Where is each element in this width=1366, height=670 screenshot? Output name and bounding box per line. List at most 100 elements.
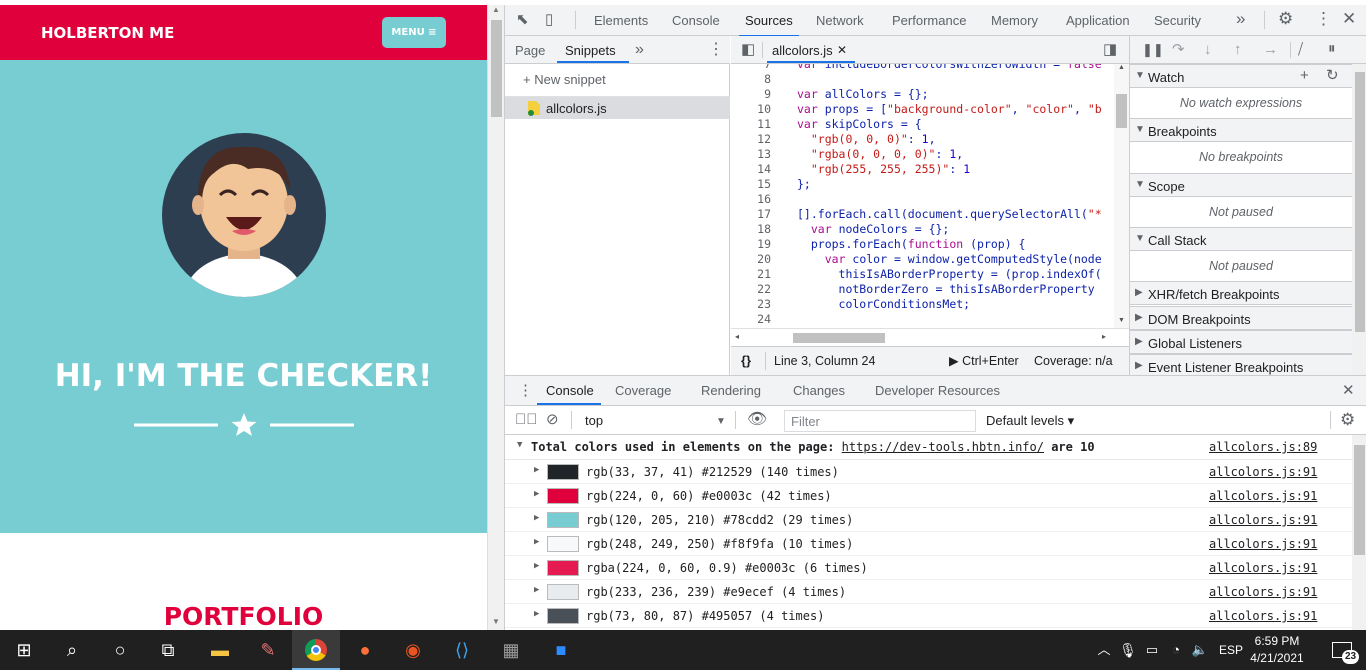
line-number[interactable]: 12	[731, 132, 771, 147]
line-number[interactable]: 24	[731, 312, 771, 327]
code-area[interactable]: 7 var includeBorderColorsWithZeroWidth = …	[731, 64, 1129, 328]
line-number[interactable]: 21	[731, 267, 771, 282]
console-entry[interactable]: ▶ rgb(120, 205, 210) #78cdd2 (29 times) al…	[505, 508, 1352, 532]
expand-entry-icon[interactable]: ▶	[534, 585, 539, 595]
console-filter-input[interactable]: Filter	[784, 410, 976, 432]
line-number[interactable]: 14	[731, 162, 771, 177]
more-navigator-icon[interactable]: »	[635, 42, 644, 58]
step-into-icon[interactable]: ↓	[1204, 42, 1212, 58]
tab-network[interactable]: Network	[816, 13, 864, 28]
drawer-tab-changes[interactable]: Changes	[793, 383, 845, 398]
line-number[interactable]: 17	[731, 207, 771, 222]
expand-entry-icon[interactable]: ▶	[534, 609, 539, 619]
device-toolbar-icon[interactable]: ▯	[545, 12, 553, 28]
log-levels-dropdown[interactable]: Default levels ▾	[986, 413, 1074, 429]
line-number[interactable]: 20	[731, 252, 771, 267]
toggle-debugger-icon[interactable]: ◨	[1103, 42, 1117, 58]
file-explorer-icon[interactable]: ▬	[196, 630, 244, 670]
event-listener-breakpoints-section[interactable]: ▶ Event Listener Breakpoints	[1130, 354, 1352, 375]
code-line[interactable]: 16	[731, 192, 1114, 207]
code-line[interactable]: 18 var nodeColors = {};	[731, 222, 1114, 237]
code-line[interactable]: 21 thisIsABorderProperty = (prop.indexOf…	[731, 267, 1114, 282]
navigator-menu-icon[interactable]: ⋮	[708, 42, 724, 58]
tab-application[interactable]: Application	[1066, 13, 1130, 28]
context-dropdown-icon[interactable]: ▼	[716, 414, 726, 430]
clear-console-icon[interactable]: ⊘	[546, 412, 559, 428]
code-line[interactable]: 19 props.forEach(function (prop) {	[731, 237, 1114, 252]
source-link[interactable]: allcolors.js:91	[1209, 465, 1317, 479]
console-scrollbar[interactable]	[1352, 435, 1366, 631]
code-line[interactable]: 11 var skipColors = {	[731, 117, 1114, 132]
call-stack-section[interactable]: ▼ Call Stack	[1130, 227, 1352, 251]
site-brand[interactable]: HOLBERTON ME	[41, 24, 174, 42]
watch-section[interactable]: ▼ Watch + ↻	[1130, 64, 1352, 88]
page-scrollbar[interactable]: ▲ ▼	[487, 5, 504, 630]
code-line[interactable]: 23 colorConditionsMet;	[731, 297, 1114, 312]
context-selector[interactable]: top	[585, 413, 603, 428]
source-link[interactable]: allcolors.js:91	[1209, 561, 1317, 575]
code-line[interactable]: 15};	[731, 177, 1114, 192]
vscode-icon[interactable]: ⟨⟩	[438, 630, 486, 670]
line-number[interactable]: 23	[731, 297, 771, 312]
code-line[interactable]: 20 var color = window.getComputedStyle(n…	[731, 252, 1114, 267]
clock[interactable]: 6:59 PM 4/21/2021	[1248, 633, 1306, 667]
tab-security[interactable]: Security	[1154, 13, 1201, 28]
volume-icon[interactable]: 🔈	[1188, 630, 1212, 670]
pause-icon[interactable]: ❚❚	[1142, 42, 1164, 58]
console-entry[interactable]: ▶ rgba(224, 0, 60, 0.9) #e0003c (6 times)…	[505, 556, 1352, 580]
summary-link[interactable]: https://dev-tools.hbtn.info/	[842, 440, 1044, 454]
console-entry[interactable]: ▶ rgb(73, 80, 87) #495057 (4 times) allcol…	[505, 604, 1352, 628]
close-tab-icon[interactable]: ✕	[837, 42, 847, 58]
add-watch-icon[interactable]: +	[1300, 68, 1309, 84]
console-entry[interactable]: ▶ rgb(224, 0, 60) #e0003c (42 times) allco…	[505, 484, 1352, 508]
expand-entry-icon[interactable]: ▶	[534, 513, 539, 523]
console-settings-icon[interactable]: ⚙	[1340, 411, 1355, 428]
console-group-header[interactable]: ▼ Total colors used in elements on the p…	[505, 435, 1352, 460]
paint-icon[interactable]: ✎	[244, 630, 292, 670]
code-line[interactable]: 7 var includeBorderColorsWithZeroWidth = …	[731, 64, 1114, 72]
new-snippet-button[interactable]: + New snippet	[523, 72, 606, 87]
breakpoints-section[interactable]: ▼ Breakpoints	[1130, 118, 1352, 142]
drawer-tab-coverage[interactable]: Coverage	[615, 383, 671, 398]
pretty-print-icon[interactable]: {}	[741, 353, 751, 368]
deactivate-breakpoints-icon[interactable]: ⧸	[1298, 42, 1303, 58]
code-line[interactable]: 24	[731, 312, 1114, 327]
line-number[interactable]: 11	[731, 117, 771, 132]
line-number[interactable]: 7	[731, 64, 771, 72]
kebab-menu-icon[interactable]: ⋮	[1315, 10, 1332, 27]
microphone-icon[interactable]: 🎙	[1116, 630, 1140, 670]
snippet-item[interactable]: allcolors.js	[505, 97, 730, 119]
console-entry[interactable]: ▶ rgb(233, 236, 239) #e9ecef (4 times) all…	[505, 580, 1352, 604]
firefox-icon[interactable]: ●	[341, 630, 389, 670]
tab-sources[interactable]: Sources	[739, 13, 799, 37]
show-hidden-icons[interactable]: ︿	[1092, 630, 1116, 670]
expand-entry-icon[interactable]: ▶	[534, 537, 539, 547]
pause-on-exceptions-icon[interactable]: ⏸	[1328, 41, 1336, 57]
tab-page[interactable]: Page	[515, 43, 545, 58]
line-number[interactable]: 9	[731, 87, 771, 102]
step-out-icon[interactable]: ↑	[1234, 42, 1242, 58]
scope-section[interactable]: ▼ Scope	[1130, 173, 1352, 197]
code-line[interactable]: 22 notBorderZero = thisIsABorderProperty	[731, 282, 1114, 297]
calculator-icon[interactable]: ▦	[487, 630, 535, 670]
inspect-element-icon[interactable]: ⬉	[516, 12, 529, 28]
tab-snippets[interactable]: Snippets	[565, 43, 616, 58]
line-number[interactable]: 15	[731, 177, 771, 192]
expand-entry-icon[interactable]: ▶	[534, 489, 539, 499]
source-link[interactable]: allcolors.js:91	[1209, 513, 1317, 527]
code-line[interactable]: 13 "rgba(0, 0, 0, 0)": 1,	[731, 147, 1114, 162]
source-link[interactable]: allcolors.js:91	[1209, 609, 1317, 623]
tab-elements[interactable]: Elements	[594, 13, 648, 28]
chrome-icon[interactable]	[292, 630, 340, 670]
source-link[interactable]: allcolors.js:91	[1209, 585, 1317, 599]
line-number[interactable]: 22	[731, 282, 771, 297]
zoom-icon[interactable]: ■	[537, 630, 585, 670]
battery-icon[interactable]: ▭	[1140, 630, 1164, 670]
source-link[interactable]: allcolors.js:89	[1209, 440, 1317, 454]
dom-breakpoints-section[interactable]: ▶ DOM Breakpoints	[1130, 306, 1352, 330]
tab-console[interactable]: Console	[672, 13, 720, 28]
tab-memory[interactable]: Memory	[991, 13, 1038, 28]
editor-file-tab[interactable]: allcolors.js	[772, 43, 833, 58]
drawer-tab-console[interactable]: Console	[546, 383, 594, 398]
tab-performance[interactable]: Performance	[892, 13, 966, 28]
